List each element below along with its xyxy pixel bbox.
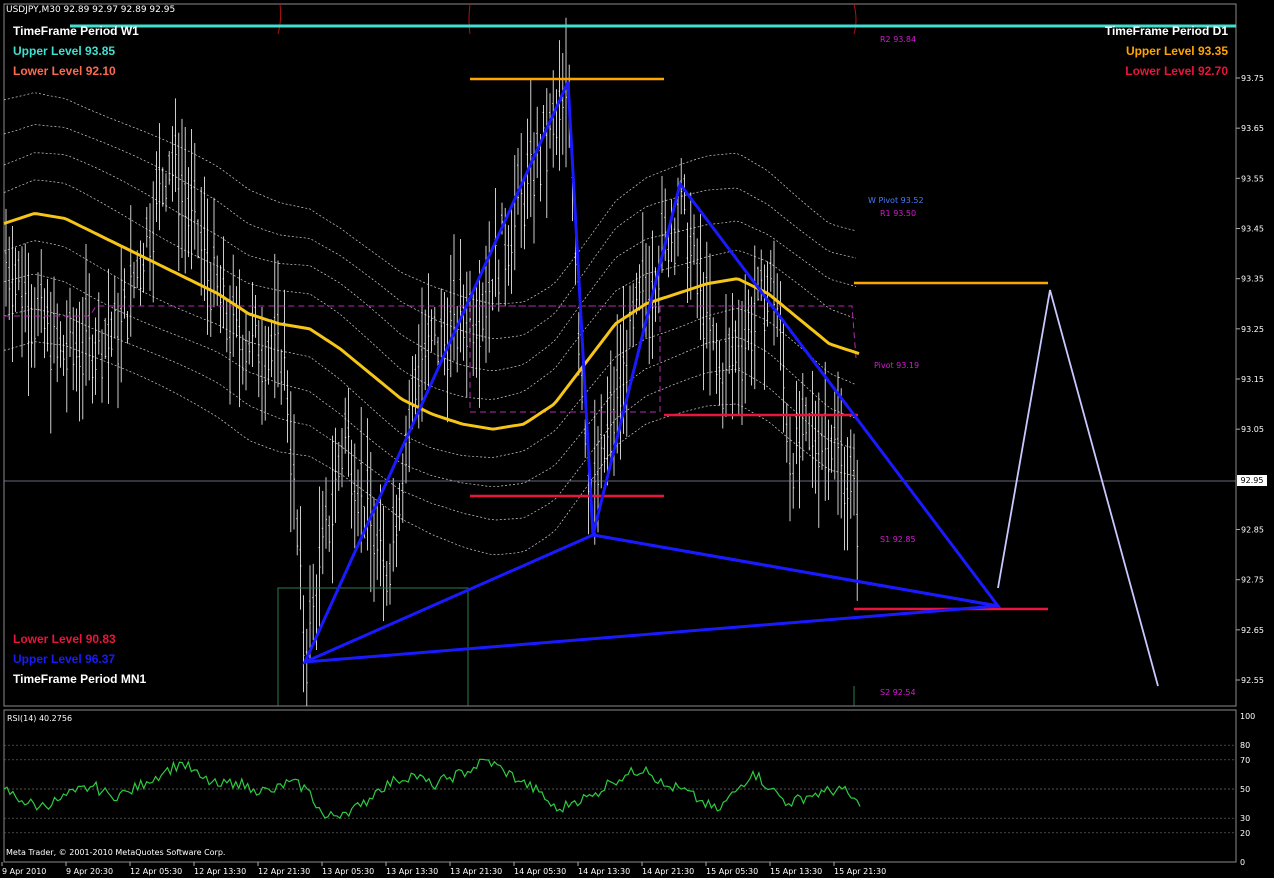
upper-level-w1: Upper Level 93.85 xyxy=(13,44,116,58)
rsi-level-label: 0 xyxy=(1240,858,1245,867)
pivot-r2: R2 93.84 xyxy=(880,35,917,44)
rsi-level-label: 50 xyxy=(1240,785,1250,794)
lower-level-w1: Lower Level 92.10 xyxy=(13,64,116,78)
time-tick-label: 15 Apr 13:30 xyxy=(770,867,822,876)
pivot-main: Pivot 93.19 xyxy=(874,361,920,370)
upper-level-d1: Upper Level 93.35 xyxy=(1125,44,1228,58)
price-tick-label: 93.15 xyxy=(1241,375,1264,384)
rsi-label: RSI(14) 40.2756 xyxy=(7,714,73,723)
time-tick-label: 13 Apr 13:30 xyxy=(386,867,438,876)
time-tick-label: 9 Apr 2010 xyxy=(2,867,46,876)
time-tick-label: 13 Apr 05:30 xyxy=(322,867,374,876)
pivot-s2: S2 92.54 xyxy=(880,688,916,697)
rsi-level-label: 30 xyxy=(1240,814,1250,823)
lower-level-mn1: Lower Level 90.83 xyxy=(13,632,116,646)
time-tick-label: 12 Apr 21:30 xyxy=(258,867,310,876)
price-tick-label: 93.45 xyxy=(1241,225,1264,234)
rsi-level-label: 80 xyxy=(1240,741,1250,750)
rsi-level-label: 100 xyxy=(1240,712,1255,721)
tf-mn1-label: TimeFrame Period MN1 xyxy=(13,672,147,686)
pivot-weekly: W Pivot 93.52 xyxy=(868,196,924,205)
time-tick-label: 15 Apr 05:30 xyxy=(706,867,758,876)
symbol-info: USDJPY,M30 92.89 92.97 92.89 92.95 xyxy=(6,5,176,15)
time-tick-label: 12 Apr 05:30 xyxy=(130,867,182,876)
price-tick-label: 92.55 xyxy=(1241,676,1264,685)
time-tick-label: 14 Apr 13:30 xyxy=(578,867,630,876)
price-tick-label: 93.05 xyxy=(1241,425,1264,434)
rsi-level-label: 70 xyxy=(1240,756,1250,765)
time-tick-label: 9 Apr 20:30 xyxy=(66,867,113,876)
price-axis: 93.75 93.65 93.55 93.45 93.35 93.25 93.15 93.05… xyxy=(1236,74,1264,685)
chart-canvas[interactable]: 100 80 70 50 30 20 0 93.75 93.65 93.55 93.45 93.35… xyxy=(0,0,1274,878)
price-tick-label: 93.75 xyxy=(1241,74,1264,83)
time-tick-label: 13 Apr 21:30 xyxy=(450,867,502,876)
time-tick-label: 14 Apr 21:30 xyxy=(642,867,694,876)
tf-d1-label: TimeFrame Period D1 xyxy=(1104,24,1228,38)
time-tick-label: 14 Apr 05:30 xyxy=(514,867,566,876)
price-tick-label: 92.75 xyxy=(1241,576,1264,585)
price-tick-label: 93.35 xyxy=(1241,275,1264,284)
time-axis: 9 Apr 2010 9 Apr 20:30 12 Apr 05:30 12 Apr … xyxy=(1,862,886,876)
rsi-panel xyxy=(3,709,1237,863)
copyright: Meta Trader, © 2001-2010 MetaQuotes Soft… xyxy=(6,848,226,857)
time-tick-label: 12 Apr 13:30 xyxy=(194,867,246,876)
time-tick-label: 15 Apr 21:30 xyxy=(834,867,886,876)
price-tick-label: 93.25 xyxy=(1241,325,1264,334)
price-tick-label: 93.65 xyxy=(1241,124,1264,133)
pivot-s1: S1 92.85 xyxy=(880,535,916,544)
rsi-level-label: 20 xyxy=(1240,829,1250,838)
upper-level-mn1: Upper Level 96.37 xyxy=(13,652,116,666)
price-tick-label: 92.85 xyxy=(1241,526,1264,535)
lower-level-d1: Lower Level 92.70 xyxy=(1125,64,1228,78)
current-price-badge: 92.95 xyxy=(1237,475,1267,486)
price-tick-label: 92.65 xyxy=(1241,626,1264,635)
price-tick-label: 93.55 xyxy=(1241,174,1264,183)
pivot-r1: R1 93.50 xyxy=(880,209,917,218)
tf-w1-label: TimeFrame Period W1 xyxy=(13,24,139,38)
